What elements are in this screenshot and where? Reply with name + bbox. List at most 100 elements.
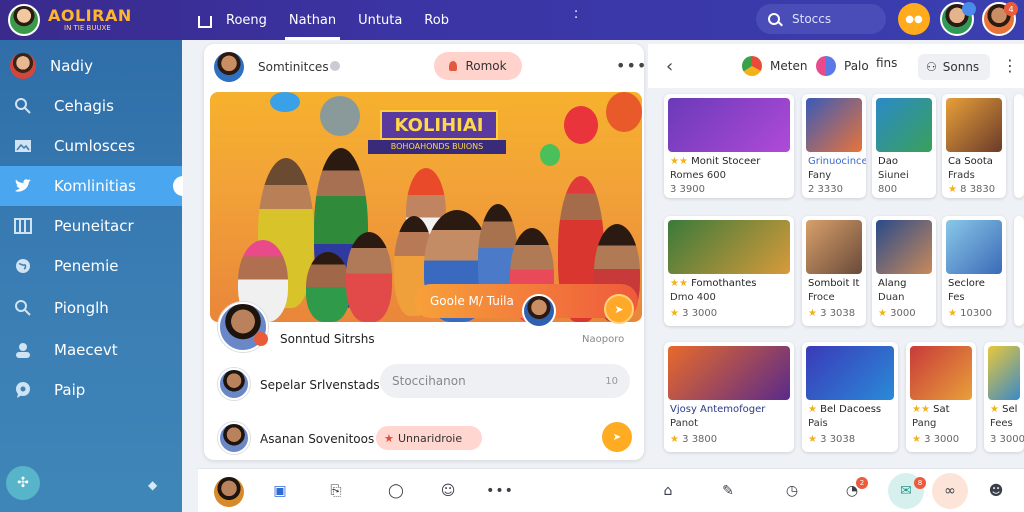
more-icon[interactable]: ••• bbox=[616, 56, 647, 75]
card-title: Vjosy Antemofoger bbox=[670, 404, 766, 415]
topnav-item-2[interactable]: Nathan bbox=[284, 0, 341, 40]
logo-avatar[interactable] bbox=[8, 4, 40, 36]
globe-icon bbox=[14, 257, 32, 275]
card-thumbnail bbox=[910, 346, 972, 400]
sidebar-item-search[interactable]: Cehagis bbox=[0, 86, 182, 126]
hero-banner: KOLIHIAI bbox=[380, 110, 498, 140]
search-placeholder: Stoccs bbox=[792, 12, 832, 26]
sidebar-item-label: Cumlosces bbox=[54, 137, 136, 155]
chat-bubble-icon[interactable]: ◯ bbox=[386, 481, 406, 501]
community-card[interactable]: Grinuocince Fany 2 3330 bbox=[802, 94, 866, 198]
community-card[interactable]: Ca Soota Frads ★ 8 3830 bbox=[942, 94, 1006, 198]
edit-icon[interactable]: ✎ bbox=[718, 481, 738, 501]
card-title: Somboit It bbox=[808, 278, 860, 289]
sidebar-item-images[interactable]: Cumlosces bbox=[0, 126, 182, 166]
comment-input[interactable]: Stoccihanon 10 bbox=[380, 364, 630, 398]
community-card[interactable]: ★★ Monit Stoceer Romes 600 3 3900 bbox=[664, 94, 794, 198]
app-logo[interactable]: AOLIRAN bbox=[48, 6, 132, 25]
user-avatar[interactable] bbox=[214, 477, 244, 507]
balloon-icon bbox=[606, 92, 642, 132]
chat-icon bbox=[14, 381, 32, 399]
post-author-avatar[interactable] bbox=[214, 52, 244, 82]
emoji-icon[interactable]: ☻ bbox=[986, 481, 1006, 501]
tag-pill[interactable]: Unnaridroie bbox=[376, 426, 482, 450]
compose-button[interactable]: ✣ bbox=[6, 466, 40, 500]
row-name[interactable]: Asanan Sovenitoos bbox=[260, 432, 374, 446]
community-card[interactable]: Vjosy Antemofoger Panot ★ 3 3800 bbox=[664, 342, 794, 452]
row-name[interactable]: Sonntud Sitrshs bbox=[280, 332, 375, 346]
back-arrow-icon[interactable]: ‹ bbox=[666, 56, 673, 77]
twitter-bird-icon bbox=[14, 177, 32, 195]
romok-button[interactable]: Romok bbox=[434, 52, 522, 80]
hero-cta-go-button[interactable]: ➤ bbox=[604, 294, 634, 324]
card-title: ★★ Sat bbox=[912, 404, 950, 415]
sidebar-item-label: Penemie bbox=[54, 257, 119, 275]
sidebar-item-user[interactable]: Maecevt bbox=[0, 330, 182, 370]
sidebar-item-grid[interactable]: Peuneitacr bbox=[0, 206, 182, 246]
topnav-item-3[interactable]: Untuta bbox=[358, 0, 402, 40]
card-subtitle: Fes bbox=[948, 292, 965, 303]
user-avatar[interactable] bbox=[218, 422, 250, 454]
document-icon[interactable]: ⎘ bbox=[326, 481, 346, 501]
store-icon[interactable]: ⌂ bbox=[658, 481, 678, 501]
grid-icon bbox=[14, 217, 32, 235]
clock-icon[interactable]: ◷ bbox=[782, 481, 802, 501]
hero-cta-avatar[interactable] bbox=[522, 294, 556, 328]
chip-extra-label[interactable]: fins bbox=[876, 56, 897, 70]
topnav-item-1[interactable]: Roeng bbox=[226, 0, 267, 40]
sidebar-item-profile[interactable]: Nadiy bbox=[0, 46, 182, 86]
community-card[interactable]: Dao Siunei 800 bbox=[872, 94, 936, 198]
sidebar: Nadiy Cehagis Cumlosces Komlinitias Peun… bbox=[0, 40, 183, 512]
community-card-partial[interactable] bbox=[1014, 94, 1024, 198]
community-card[interactable]: Alang Duan ★ 3000 bbox=[872, 216, 936, 326]
user-avatar[interactable] bbox=[218, 368, 250, 400]
community-card[interactable]: ★ Bel Dacoess Pais ★ 3 3038 bbox=[802, 342, 898, 452]
more-icon[interactable]: ⋮ bbox=[1002, 56, 1018, 75]
feed-card: Somtinitces Romok ••• KOLIHIAI BOHOAHOND… bbox=[204, 44, 647, 460]
send-button[interactable]: ➤ bbox=[602, 422, 632, 452]
card-subtitle: Duan bbox=[878, 292, 905, 303]
notifications-button[interactable]: ●● bbox=[898, 3, 930, 35]
search-input[interactable]: Stoccs bbox=[756, 4, 886, 34]
sidebar-item-chat[interactable]: Paip bbox=[0, 370, 182, 410]
hero-banner-subtitle: BOHOAHONDS BUIONS bbox=[368, 140, 506, 154]
chip-label: Palo bbox=[844, 59, 869, 73]
card-title: Seclore bbox=[948, 278, 985, 289]
home-icon[interactable]: ▣ bbox=[270, 481, 290, 501]
balloon-icon bbox=[270, 92, 300, 112]
community-card[interactable]: ★★ Sat Pang ★ 3 3000 bbox=[906, 342, 976, 452]
avatar-status-badge bbox=[254, 332, 268, 346]
community-card[interactable]: ★★ Fomothantes Dmo 400 ★ 3 3000 bbox=[664, 216, 794, 326]
chat-icon: ✉ bbox=[900, 483, 912, 499]
more-icon[interactable]: ••• bbox=[486, 481, 513, 501]
sort-button[interactable]: ⚇ Sonns bbox=[918, 54, 990, 80]
glasses-icon: ∞ bbox=[944, 483, 956, 499]
balloon-icon bbox=[564, 106, 598, 144]
card-thumbnail bbox=[806, 220, 862, 274]
row-name[interactable]: Sepelar Srlvenstads bbox=[260, 378, 380, 392]
post-title: Somtinitces bbox=[258, 60, 329, 74]
card-title: ★ Bel Dacoess bbox=[808, 404, 882, 415]
card-stats: 800 bbox=[878, 184, 898, 195]
chip-logo-icon bbox=[816, 56, 836, 76]
sidebar-item-label: Cehagis bbox=[54, 97, 114, 115]
more-vertical-icon[interactable]: · · bbox=[574, 6, 578, 25]
notification-badge: 2 bbox=[856, 477, 868, 489]
sidebar-item-search-2[interactable]: Pionglh bbox=[0, 288, 182, 328]
filter-chip[interactable]: Palo bbox=[816, 56, 869, 76]
person-figure bbox=[306, 252, 350, 322]
sidebar-item-globe[interactable]: Penemie bbox=[0, 246, 182, 286]
topnav-item-4[interactable]: Rob bbox=[424, 0, 449, 40]
community-card[interactable]: Seclore Fes ★ 10300 bbox=[942, 216, 1006, 326]
card-subtitle: Pais bbox=[808, 418, 828, 429]
community-card[interactable]: ★ Sel Fees 3 3000 bbox=[984, 342, 1024, 452]
smiley-icon[interactable]: ☺ bbox=[438, 481, 458, 501]
community-card-partial[interactable] bbox=[1014, 216, 1024, 326]
sidebar-item-communities[interactable]: Komlinitias bbox=[0, 166, 183, 206]
pin-icon[interactable]: ◆ bbox=[148, 478, 157, 492]
people-icon: ⚇ bbox=[926, 60, 937, 74]
community-card[interactable]: Somboit It Froce ★ 3 3038 bbox=[802, 216, 866, 326]
filter-chip[interactable]: Meten bbox=[742, 56, 807, 76]
card-thumbnail bbox=[806, 98, 862, 152]
home-icon[interactable] bbox=[198, 16, 212, 28]
